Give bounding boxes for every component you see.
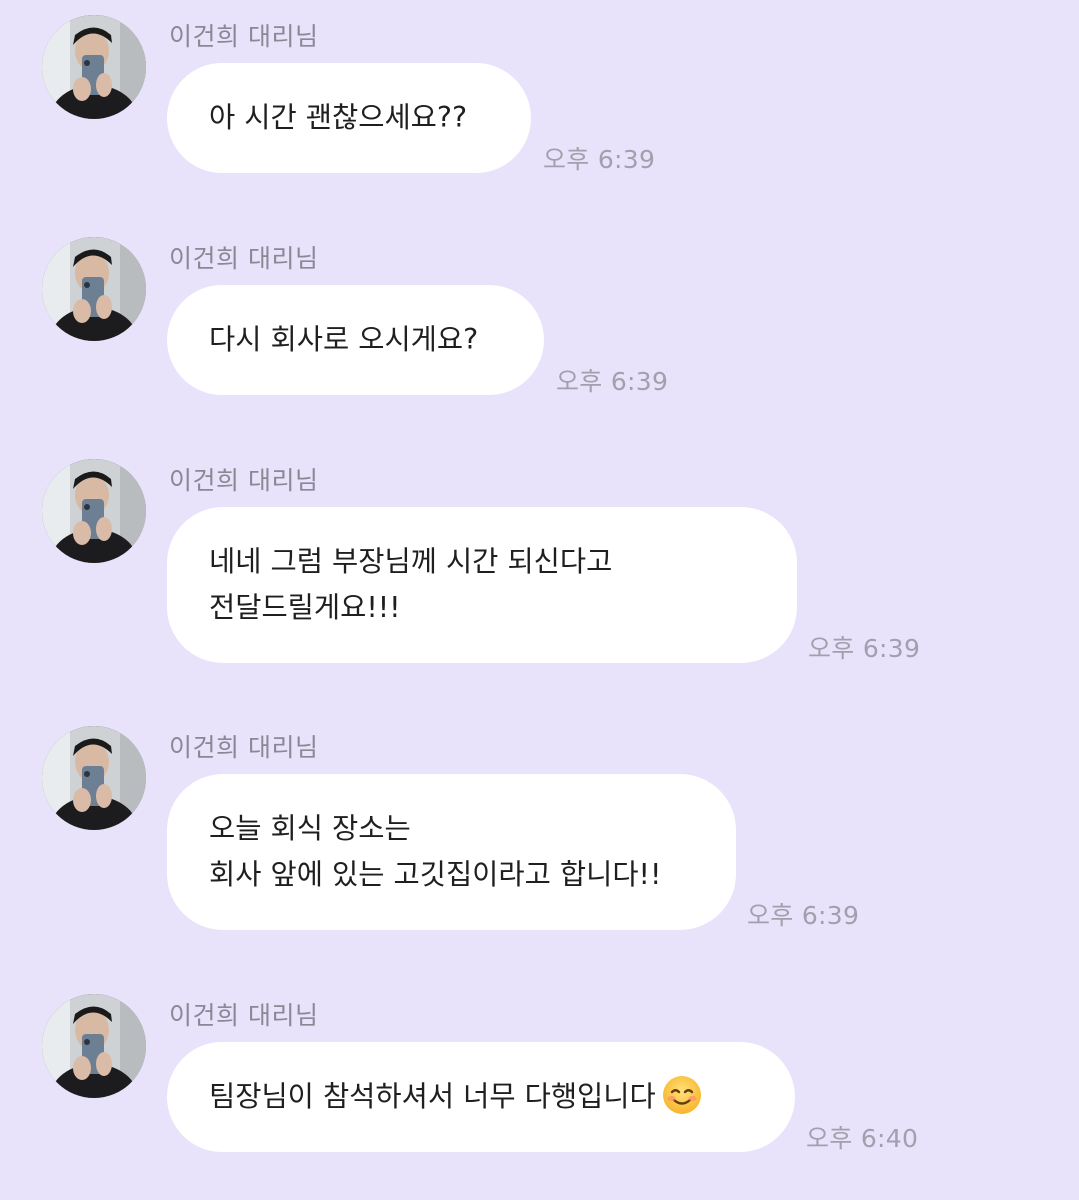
sender-avatar[interactable] bbox=[42, 994, 146, 1098]
message-timestamp: 오후 6:40 bbox=[806, 1124, 919, 1153]
message-text: 전달드릴게요!!! bbox=[209, 591, 401, 624]
avatar-photo-icon bbox=[42, 994, 146, 1098]
sender-avatar[interactable] bbox=[42, 15, 146, 119]
avatar-photo-icon bbox=[42, 726, 146, 830]
sender-avatar[interactable] bbox=[42, 459, 146, 563]
message-bubble[interactable]: 네네 그럼 부장님께 시간 되신다고 전달드릴게요!!! bbox=[167, 507, 797, 663]
message-timestamp: 오후 6:39 bbox=[543, 145, 656, 174]
message-text-row: 팀장님이 참석하셔서 너무 다행입니다 bbox=[209, 1074, 753, 1120]
message-text: 회사 앞에 있는 고깃집이라고 합니다!! bbox=[209, 858, 662, 891]
message-bubble[interactable]: 다시 회사로 오시게요? bbox=[167, 285, 544, 395]
sender-name: 이건희 대리님 bbox=[169, 22, 319, 51]
message-text: 네네 그럼 부장님께 시간 되신다고 bbox=[209, 545, 613, 578]
message-bubble[interactable]: 아 시간 괜찮으세요?? bbox=[167, 63, 531, 173]
message-text: 오늘 회식 장소는 bbox=[209, 812, 411, 845]
message-bubble[interactable]: 팀장님이 참석하셔서 너무 다행입니다 bbox=[167, 1042, 795, 1152]
sender-name: 이건희 대리님 bbox=[169, 733, 319, 762]
avatar-photo-icon bbox=[42, 15, 146, 119]
sender-avatar[interactable] bbox=[42, 726, 146, 830]
avatar-photo-icon bbox=[42, 237, 146, 341]
message-timestamp: 오후 6:39 bbox=[747, 901, 860, 930]
sender-name: 이건희 대리님 bbox=[169, 466, 319, 495]
message-bubble[interactable]: 오늘 회식 장소는 회사 앞에 있는 고깃집이라고 합니다!! bbox=[167, 774, 736, 930]
message-timestamp: 오후 6:39 bbox=[556, 367, 669, 396]
smiling-face-emoji-icon bbox=[662, 1075, 702, 1115]
sender-name: 이건희 대리님 bbox=[169, 1001, 319, 1030]
message-text: 다시 회사로 오시게요? bbox=[209, 323, 479, 356]
sender-name: 이건희 대리님 bbox=[169, 244, 319, 273]
avatar-photo-icon bbox=[42, 459, 146, 563]
message-text: 아 시간 괜찮으세요?? bbox=[209, 101, 468, 134]
sender-avatar[interactable] bbox=[42, 237, 146, 341]
message-timestamp: 오후 6:39 bbox=[808, 634, 921, 663]
message-text: 팀장님이 참석하셔서 너무 다행입니다 bbox=[209, 1080, 656, 1113]
